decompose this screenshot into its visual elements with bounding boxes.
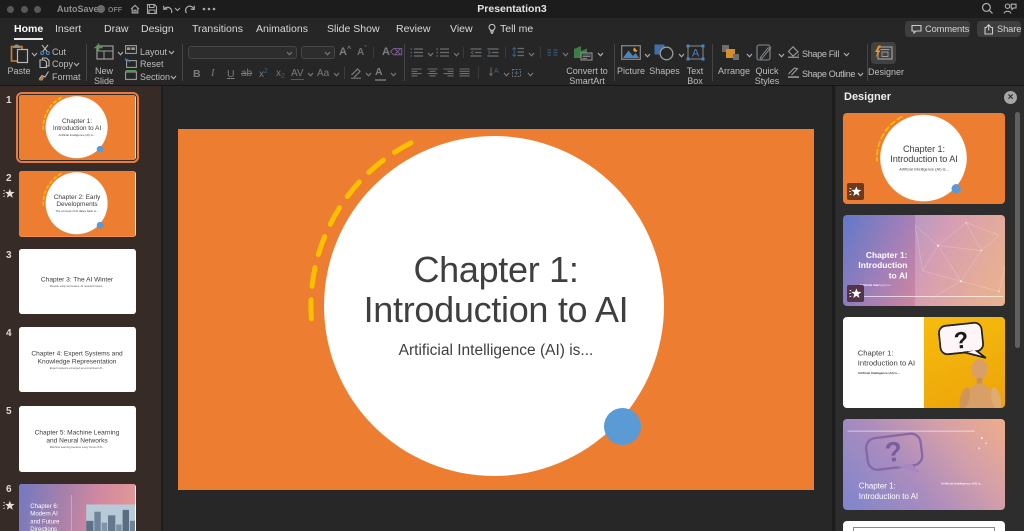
svg-text:?: ? (953, 327, 970, 354)
svg-text:A: A (692, 48, 700, 60)
svg-text:A: A (494, 68, 499, 75)
svg-text:?: ? (883, 435, 904, 468)
